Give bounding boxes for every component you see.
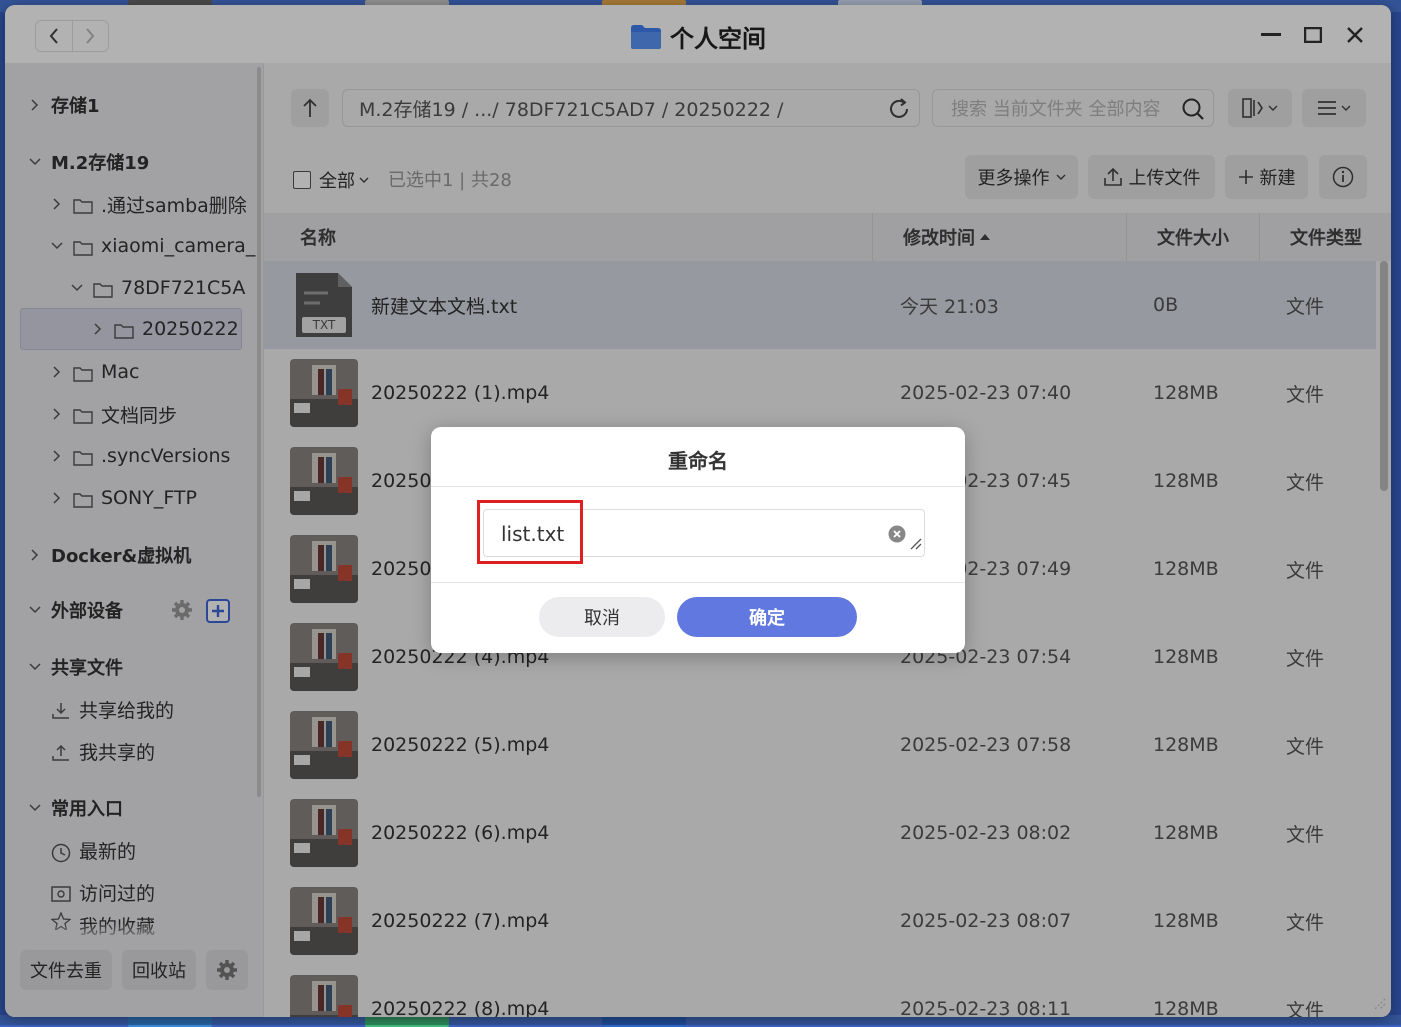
window-resize-corner[interactable] [1372, 995, 1386, 1014]
dialog-title: 重命名 [668, 449, 728, 473]
divider [431, 486, 965, 487]
highlight-box [477, 500, 583, 564]
confirm-button[interactable]: 确定 [677, 597, 857, 637]
divider [431, 582, 965, 583]
cancel-button[interactable]: 取消 [539, 597, 665, 637]
resize-grip-icon[interactable] [910, 535, 922, 554]
clear-input-button[interactable] [888, 525, 906, 547]
clear-icon [888, 525, 906, 543]
rename-dialog: 重命名 取消 确定 [431, 427, 965, 653]
